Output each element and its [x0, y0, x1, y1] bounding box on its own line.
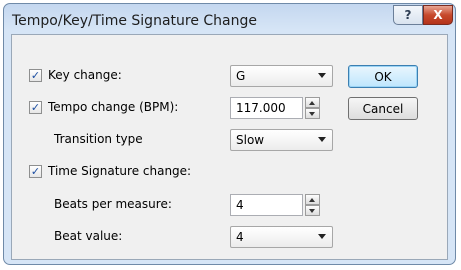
ok-button-label: OK: [374, 69, 392, 84]
tempo-input-value: 117.000: [236, 101, 286, 115]
checkmark-icon: ✓: [30, 101, 41, 114]
chevron-down-icon: [318, 234, 326, 239]
beats-per-measure-value: 4: [236, 198, 244, 212]
beats-per-measure-label: Beats per measure:: [54, 197, 172, 211]
key-select[interactable]: G: [230, 65, 333, 87]
spin-up-icon[interactable]: [305, 194, 320, 205]
close-button[interactable]: X: [423, 5, 453, 25]
title-bar[interactable]: Tempo/Key/Time Signature Change ? X: [4, 4, 455, 36]
help-icon: ?: [404, 8, 412, 22]
beat-value-select[interactable]: 4: [230, 226, 333, 248]
tempo-input[interactable]: 117.000: [230, 97, 303, 119]
key-change-label: Key change:: [48, 68, 122, 82]
cancel-button-label: Cancel: [362, 101, 404, 116]
dialog-window: Tempo/Key/Time Signature Change ? X ✓ Ke…: [3, 3, 456, 265]
time-signature-checkbox[interactable]: ✓: [29, 165, 42, 178]
beat-value-select-value: 4: [236, 230, 244, 244]
transition-type-label: Transition type: [54, 132, 143, 146]
beat-value-label: Beat value:: [54, 229, 123, 243]
spin-down-icon[interactable]: [305, 108, 320, 119]
transition-select-value: Slow: [236, 133, 265, 147]
tempo-spinner[interactable]: [305, 97, 320, 119]
checkmark-icon: ✓: [30, 69, 41, 82]
beats-spinner[interactable]: [305, 194, 320, 216]
checkmark-icon: ✓: [30, 165, 41, 178]
spin-up-icon[interactable]: [305, 97, 320, 108]
transition-select[interactable]: Slow: [230, 129, 333, 151]
dialog-client-area: ✓ Key change: G ✓ Tempo change (BPM): 11…: [11, 34, 448, 260]
window-title: Tempo/Key/Time Signature Change: [12, 13, 257, 29]
cancel-button[interactable]: Cancel: [348, 97, 418, 120]
tempo-change-checkbox[interactable]: ✓: [29, 101, 42, 114]
tempo-change-label: Tempo change (BPM):: [48, 100, 179, 114]
key-select-value: G: [236, 69, 246, 83]
time-signature-label: Time Signature change:: [48, 164, 192, 178]
help-button[interactable]: ?: [393, 5, 423, 25]
beats-per-measure-input[interactable]: 4: [230, 194, 303, 216]
spin-down-icon[interactable]: [305, 205, 320, 216]
chevron-down-icon: [318, 73, 326, 78]
key-change-checkbox[interactable]: ✓: [29, 69, 42, 82]
close-icon: X: [433, 8, 443, 22]
chevron-down-icon: [318, 137, 326, 142]
ok-button[interactable]: OK: [348, 65, 418, 88]
